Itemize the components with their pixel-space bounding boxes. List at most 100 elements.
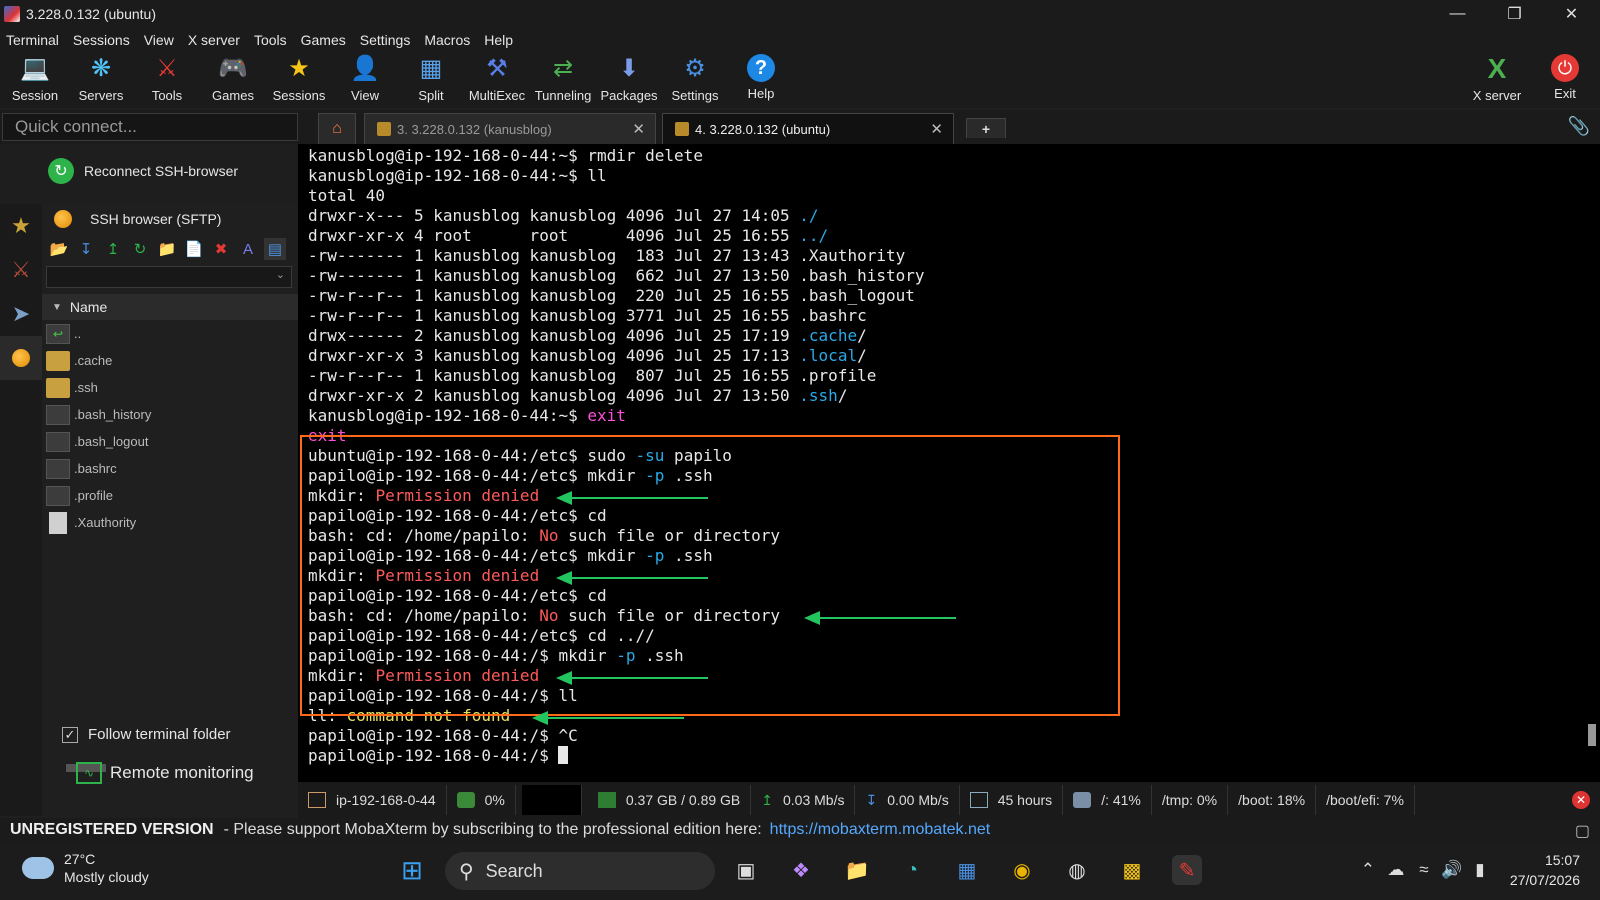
open-folder-icon[interactable]: 📂 xyxy=(48,238,70,260)
menu-tools[interactable]: Tools xyxy=(248,32,295,48)
tools-button[interactable]: ⚔ Tools xyxy=(134,54,200,108)
list-item[interactable]: .bash_logout xyxy=(42,428,298,455)
onedrive-icon[interactable]: ☁ xyxy=(1382,860,1410,880)
reconnect-ssh-browser-button[interactable]: ↻ Reconnect SSH-browser xyxy=(48,158,238,184)
status-memory: 0.37 GB / 0.89 GB xyxy=(588,785,752,815)
copilot-icon[interactable]: ❖ xyxy=(786,855,816,885)
delete-icon[interactable]: ✖ xyxy=(210,238,232,260)
new-tab-button[interactable]: + xyxy=(966,118,1006,138)
main-toolbar: 💻 Session ❋ Servers ⚔ Tools 🎮 Games ★ Se… xyxy=(0,52,1600,108)
download-icon[interactable]: ↧ xyxy=(75,238,97,260)
refresh-icon[interactable]: ↻ xyxy=(129,238,151,260)
chevron-up-icon[interactable]: ⌃ xyxy=(1354,860,1382,880)
tab-ubuntu[interactable]: 4. 3.228.0.132 (ubuntu) ✕ xyxy=(662,113,954,144)
menu-macros[interactable]: Macros xyxy=(418,32,478,48)
sidebar-tab-tools[interactable]: ⚔ xyxy=(0,248,42,292)
session-button[interactable]: 💻 Session xyxy=(2,54,68,108)
rename-icon[interactable]: A xyxy=(237,238,259,260)
home-icon: ⌂ xyxy=(332,120,342,137)
clock[interactable]: 15:07 27/07/2026 xyxy=(1510,850,1580,890)
terminal-line: -rw-r--r-- 1 kanusblog kanusblog 3771 Ju… xyxy=(308,306,867,325)
obs-icon[interactable]: ◍ xyxy=(1062,855,1092,885)
plus-icon: + xyxy=(981,120,991,137)
mobatek-link[interactable]: https://mobaxterm.mobatek.net xyxy=(770,821,991,839)
sidebar-tabs: ★ ⚔ ➤ xyxy=(0,204,42,816)
sidebar-tab-macros[interactable]: ➤ xyxy=(0,292,42,336)
cloud-icon xyxy=(22,857,54,879)
remote-monitoring-button[interactable]: ∿ Remote monitoring xyxy=(76,762,254,784)
tab-kanusblog[interactable]: 3. 3.228.0.132 (kanusblog) ✕ xyxy=(364,113,656,144)
message-icon[interactable]: ▢ xyxy=(1575,821,1590,841)
tools-icon: ⚔ xyxy=(156,55,178,82)
xserver-button[interactable]: X X server xyxy=(1464,54,1530,108)
status-download: ↧ 0.00 Mb/s xyxy=(855,785,960,815)
menu-settings[interactable]: Settings xyxy=(354,32,419,48)
help-button[interactable]: ? Help xyxy=(728,54,794,108)
list-item[interactable]: ↩.. xyxy=(42,320,298,347)
terminal-line: kanusblog@ip-192-168-0-44:~$ exit xyxy=(308,406,626,425)
taskbar-search[interactable]: ⚲ Search xyxy=(445,852,715,890)
close-icon[interactable]: ✕ xyxy=(1543,0,1600,28)
multiexec-button[interactable]: ⚒ MultiExec xyxy=(464,54,530,108)
menu-bar: Terminal Sessions View X server Tools Ga… xyxy=(0,28,1600,52)
left-sidebar: ↻ Reconnect SSH-browser ★ ⚔ ➤ SSH browse… xyxy=(0,144,298,816)
list-item[interactable]: .ssh xyxy=(42,374,298,401)
terminal-output[interactable]: kanusblog@ip-192-168-0-44:~$ rmdir delet… xyxy=(298,144,1600,782)
terminal-line: drwxr-x--- 5 kanusblog kanusblog 4096 Ju… xyxy=(308,206,819,225)
list-item[interactable]: .Xauthority xyxy=(42,509,298,536)
new-folder-icon[interactable]: 📁 xyxy=(156,238,178,260)
edge-icon[interactable]: ◔ xyxy=(897,855,927,885)
close-tab-icon[interactable]: ✕ xyxy=(632,120,645,138)
terminal-line: total 40 xyxy=(308,186,386,205)
restore-icon[interactable]: ❐ xyxy=(1486,0,1543,28)
attachment-icon[interactable]: 📎 xyxy=(1568,116,1590,137)
camera-app-icon[interactable]: ▩ xyxy=(1117,855,1147,885)
wifi-icon[interactable]: ≈ xyxy=(1410,860,1438,880)
minimize-icon[interactable]: — xyxy=(1429,0,1486,28)
menu-x-server[interactable]: X server xyxy=(182,32,248,48)
sessions-button[interactable]: ★ Sessions xyxy=(266,54,332,108)
quick-connect-input[interactable]: Quick connect... xyxy=(2,113,298,141)
close-tab-icon[interactable]: ✕ xyxy=(930,120,943,138)
new-file-icon[interactable]: 📄 xyxy=(183,238,205,260)
packages-button[interactable]: ⬇ Packages xyxy=(596,54,662,108)
follow-terminal-folder-checkbox[interactable]: ✓ Follow terminal folder xyxy=(62,726,231,743)
task-view-icon[interactable]: ▣ xyxy=(731,855,761,885)
list-item[interactable]: .bash_history xyxy=(42,401,298,428)
settings-button[interactable]: ⚙ Settings xyxy=(662,54,728,108)
menu-games[interactable]: Games xyxy=(295,32,354,48)
tunneling-button[interactable]: ⇄ Tunneling xyxy=(530,54,596,108)
list-item[interactable]: .bashrc xyxy=(42,455,298,482)
volume-icon[interactable]: 🔊 xyxy=(1438,860,1466,880)
power-icon: ⏻ xyxy=(1551,54,1579,82)
refresh-icon: ↻ xyxy=(48,158,74,184)
menu-sessions[interactable]: Sessions xyxy=(67,32,138,48)
chrome-icon[interactable]: ◉ xyxy=(1007,855,1037,885)
store-icon[interactable]: ▦ xyxy=(952,855,982,885)
menu-view[interactable]: View xyxy=(138,32,182,48)
toggle-view-icon[interactable]: ▤ xyxy=(264,238,286,260)
windows-start-icon[interactable]: ⊞ xyxy=(397,855,427,885)
mobaxterm-taskbar-icon[interactable]: ✎ xyxy=(1172,855,1202,885)
games-button[interactable]: 🎮 Games xyxy=(200,54,266,108)
split-button[interactable]: ▦ Split xyxy=(398,54,464,108)
home-tab[interactable]: ⌂ xyxy=(318,113,356,144)
battery-icon[interactable]: ▮ xyxy=(1466,860,1494,880)
weather-widget[interactable]: 27°C Mostly cloudy xyxy=(22,850,149,886)
view-button[interactable]: 👤 View xyxy=(332,54,398,108)
sidebar-tab-sftp[interactable] xyxy=(0,336,42,380)
exit-button[interactable]: ⏻ Exit xyxy=(1532,54,1598,108)
file-explorer-icon[interactable]: 📁 xyxy=(842,855,872,885)
column-header-name[interactable]: ▼ Name xyxy=(42,294,298,320)
close-status-icon[interactable]: ✕ xyxy=(1572,791,1590,809)
list-item[interactable]: .cache xyxy=(42,347,298,374)
sidebar-tab-sessions[interactable]: ★ xyxy=(0,204,42,248)
servers-button[interactable]: ❋ Servers xyxy=(68,54,134,108)
parent-folder-icon: ↩ xyxy=(46,323,70,344)
list-item[interactable]: .profile xyxy=(42,482,298,509)
path-dropdown[interactable]: ⌄ xyxy=(46,266,292,288)
menu-help[interactable]: Help xyxy=(478,32,521,48)
menu-terminal[interactable]: Terminal xyxy=(0,32,67,48)
upload-icon[interactable]: ↥ xyxy=(102,238,124,260)
vertical-scrollbar[interactable] xyxy=(1588,724,1596,746)
